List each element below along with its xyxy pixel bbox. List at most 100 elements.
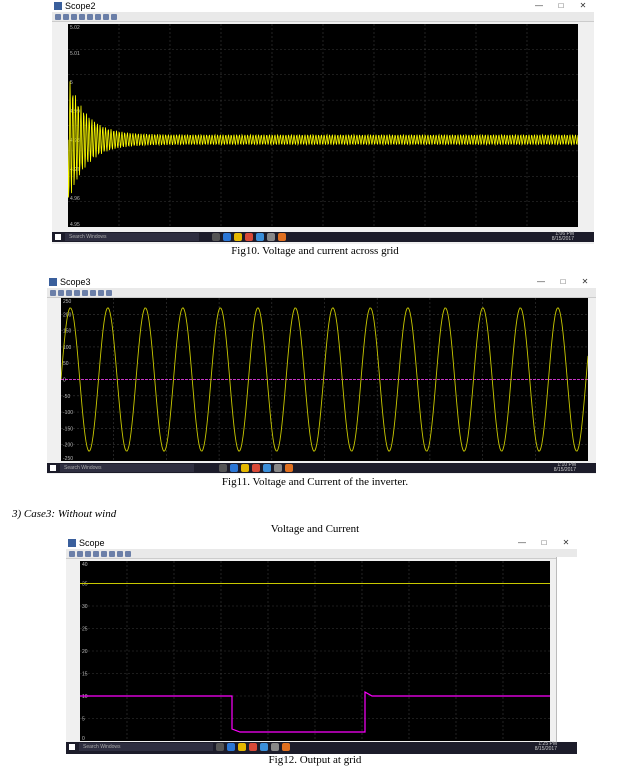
taskbar-app-icon[interactable] (274, 464, 282, 472)
taskbar-app-icon[interactable] (216, 743, 224, 751)
maximize-icon[interactable]: □ (552, 276, 574, 288)
scope-plot-area: 40 35 30 25 20 15 10 5 0 (80, 561, 550, 741)
y-tick-label: 25 (82, 627, 88, 633)
figure-2-scope-window: Scope3 — □ ✕ 250 200 150 100 50 0 -50 -100 -150 -20… (47, 276, 596, 474)
section-heading: 3) Case3: Without wind (12, 508, 117, 520)
y-tick-label: 50 (63, 361, 69, 367)
restore-axes-icon[interactable] (106, 289, 112, 296)
windows-taskbar: Search Windows 1:06 PM 8/15/2017 (52, 232, 594, 242)
taskbar-clock: 1:10 PM 8/15/2017 (554, 463, 576, 473)
print-icon[interactable] (55, 13, 61, 20)
y-tick-label: 4.95 (70, 222, 80, 227)
zoom-x-icon[interactable] (79, 13, 85, 20)
restore-axes-icon[interactable] (111, 13, 117, 20)
close-icon[interactable]: ✕ (555, 537, 577, 549)
taskbar-app-icon[interactable] (278, 233, 286, 241)
maximize-icon[interactable]: □ (533, 537, 555, 549)
windows-taskbar: Search Windows 1:25 PM 8/15/2017 (66, 742, 577, 754)
taskbar-app-icon[interactable] (263, 464, 271, 472)
clock-date: 8/15/2017 (534, 746, 557, 752)
scope-app-icon (68, 539, 76, 547)
close-icon[interactable]: ✕ (572, 0, 594, 12)
scope-toolbar (47, 288, 596, 298)
save-axes-icon[interactable] (103, 13, 109, 20)
autoscale-icon[interactable] (109, 550, 115, 557)
save-axes-icon[interactable] (117, 550, 123, 557)
zoom-y-icon[interactable] (82, 289, 88, 296)
settings-icon[interactable] (58, 289, 64, 296)
y-tick-label: 35 (82, 582, 88, 588)
settings-icon[interactable] (77, 550, 83, 557)
zoom-in-icon[interactable] (85, 550, 91, 557)
autoscale-icon[interactable] (95, 13, 101, 20)
minimize-icon[interactable]: — (530, 276, 552, 288)
maximize-icon[interactable]: □ (550, 0, 572, 12)
taskbar-app-icon[interactable] (256, 233, 264, 241)
y-tick-label: 4.96 (70, 196, 80, 202)
window-titlebar: Scope3 — □ ✕ (47, 276, 596, 288)
y-tick-label: -250 (63, 456, 73, 461)
y-tick-label: 5.02 (70, 25, 80, 31)
taskbar-search-input[interactable]: Search Windows (79, 743, 213, 751)
minimize-icon[interactable]: — (511, 537, 533, 549)
taskbar-app-icon[interactable] (219, 464, 227, 472)
taskbar-app-icon[interactable] (260, 743, 268, 751)
taskbar-app-icon[interactable] (249, 743, 257, 751)
taskbar-app-icon[interactable] (241, 464, 249, 472)
plot-1-svg: 5.025.0154.994.984.974.964.95 (68, 24, 578, 227)
scope-app-icon (49, 278, 57, 286)
zoom-x-icon[interactable] (74, 289, 80, 296)
taskbar-app-icon[interactable] (234, 233, 242, 241)
y-tick-label: 0 (63, 378, 66, 384)
taskbar-app-icon[interactable] (212, 233, 220, 241)
taskbar-app-icon[interactable] (227, 743, 235, 751)
taskbar-app-icon[interactable] (267, 233, 275, 241)
close-icon[interactable]: ✕ (574, 276, 596, 288)
print-icon[interactable] (69, 550, 75, 557)
taskbar-clock: 1:25 PM 8/15/2017 (535, 742, 557, 752)
zoom-x-icon[interactable] (93, 550, 99, 557)
taskbar-app-icon[interactable] (271, 743, 279, 751)
save-axes-icon[interactable] (98, 289, 104, 296)
taskbar-app-icon[interactable] (252, 464, 260, 472)
taskbar-app-icon[interactable] (285, 464, 293, 472)
windows-start-icon[interactable] (55, 234, 61, 240)
restore-axes-icon[interactable] (125, 550, 131, 557)
clock-date: 8/15/2017 (553, 467, 576, 473)
zoom-y-icon[interactable] (87, 13, 93, 20)
y-tick-label: -100 (63, 410, 73, 416)
taskbar-search-input[interactable]: Search Windows (60, 464, 194, 472)
y-tick-label: 5 (82, 717, 85, 723)
plot-2-svg: 250200150100500-50-100-150-200-250 (61, 298, 588, 461)
zoom-in-icon[interactable] (66, 289, 72, 296)
subheading: Voltage and Current (270, 523, 360, 535)
taskbar-app-icon[interactable] (245, 233, 253, 241)
print-icon[interactable] (50, 289, 56, 296)
taskbar-app-icon[interactable] (223, 233, 231, 241)
y-tick-label: 15 (82, 672, 88, 678)
minimize-icon[interactable]: — (528, 0, 550, 12)
taskbar-app-icon[interactable] (282, 743, 290, 751)
scope-plot-area: 5.02 5.01 5 4.99 4.98 4.97 4.96 4.95 (68, 24, 578, 227)
window-title: Scope (79, 538, 105, 548)
y-tick-label: 20 (82, 649, 88, 655)
windows-start-icon[interactable] (50, 465, 56, 471)
taskbar-app-icon[interactable] (230, 464, 238, 472)
windows-start-icon[interactable] (69, 744, 75, 750)
autoscale-icon[interactable] (90, 289, 96, 296)
y-tick-label: -200 (63, 443, 73, 449)
windows-taskbar: Search Windows 1:10 PM 8/15/2017 (47, 463, 596, 473)
window-titlebar: Scope — □ ✕ (66, 537, 577, 549)
taskbar-app-icon[interactable] (238, 743, 246, 751)
zoom-in-icon[interactable] (71, 13, 77, 20)
zoom-y-icon[interactable] (101, 550, 107, 557)
y-tick-label: 5.01 (70, 51, 80, 57)
y-tick-label: -150 (63, 426, 73, 432)
figure-caption: Fig11. Voltage and Current of the invert… (221, 476, 409, 488)
y-tick-label: 250 (63, 299, 72, 305)
window-title: Scope3 (60, 277, 91, 287)
taskbar-clock: 1:06 PM 8/15/2017 (552, 232, 574, 242)
settings-icon[interactable] (63, 13, 69, 20)
taskbar-search-input[interactable]: Search Windows (65, 233, 199, 241)
clock-date: 8/15/2017 (551, 236, 574, 242)
